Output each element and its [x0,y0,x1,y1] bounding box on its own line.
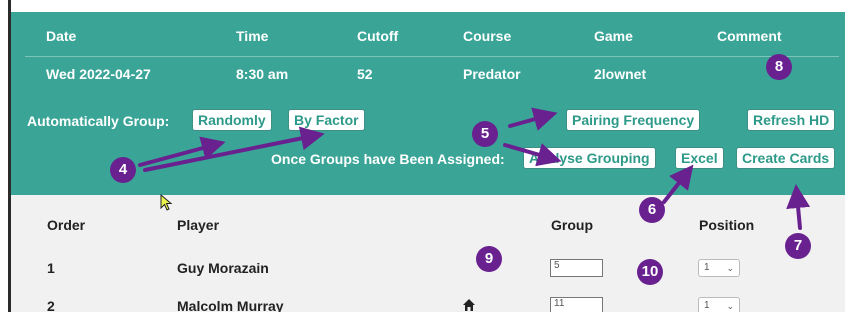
game-value: 2lownet [594,66,647,82]
event-header-panel: Date Time Cutoff Course Game Comment Wed… [11,12,845,195]
position-value: 1 [704,262,710,273]
player-header: Player [177,217,220,233]
chevron-down-icon: ⌄ [726,301,734,311]
table-row: 2 Malcolm Murray 11 1 ⌄ [11,296,845,312]
annotation-badge-10: 10 [637,259,663,285]
annotation-badge-5: 5 [472,121,498,147]
course-value: Predator [463,66,521,82]
group-input[interactable]: 11 [550,297,603,312]
chevron-down-icon: ⌄ [726,263,734,273]
group-header: Group [551,217,593,233]
date-value: Wed 2022-04-27 [46,66,151,82]
cutoff-value: 52 [357,66,373,82]
excel-button[interactable]: Excel [675,147,724,169]
auto-group-label: Automatically Group: [27,113,170,129]
header-labels-row: Date Time Cutoff Course Game Comment [11,28,845,48]
annotation-badge-8: 8 [766,54,792,80]
annotation-badge-9: 9 [476,246,502,272]
row-player: Malcolm Murray [177,298,284,312]
randomly-button[interactable]: Randomly [192,109,272,131]
mouse-cursor-icon [160,194,173,211]
position-value: 1 [704,300,710,311]
by-factor-button[interactable]: By Factor [288,109,365,131]
pairing-frequency-button[interactable]: Pairing Frequency [566,109,701,131]
home-icon [463,299,475,311]
position-header: Position [699,217,755,233]
col-date-label: Date [46,28,77,44]
row-order: 2 [47,298,55,312]
create-cards-button[interactable]: Create Cards [736,147,836,169]
header-divider [25,56,839,57]
header-values-row: Wed 2022-04-27 8:30 am 52 Predator 2lown… [11,66,845,86]
row-player: Guy Morazain [177,260,269,276]
position-select[interactable]: 1 ⌄ [698,259,740,277]
time-value: 8:30 am [236,66,289,82]
order-header: Order [47,217,86,233]
player-table: Order Player Group Position 1 Guy Moraza… [11,195,845,312]
groups-assigned-label: Once Groups have Been Assigned: [271,151,505,167]
col-course-label: Course [463,28,512,44]
position-select[interactable]: 1 ⌄ [698,297,740,312]
row-order: 1 [47,260,55,276]
col-game-label: Game [594,28,633,44]
annotation-badge-4: 4 [110,157,136,183]
annotation-badge-6: 6 [639,197,665,223]
annotation-badge-7: 7 [785,233,811,259]
refresh-hd-button[interactable]: Refresh HD [747,109,836,131]
col-comment-label: Comment [717,28,782,44]
analyse-grouping-button[interactable]: Analyse Grouping [523,147,656,169]
col-cutoff-label: Cutoff [357,28,399,44]
group-input[interactable]: 5 [550,259,603,277]
table-row: 1 Guy Morazain 5 1 ⌄ [11,258,845,284]
col-time-label: Time [236,28,269,44]
